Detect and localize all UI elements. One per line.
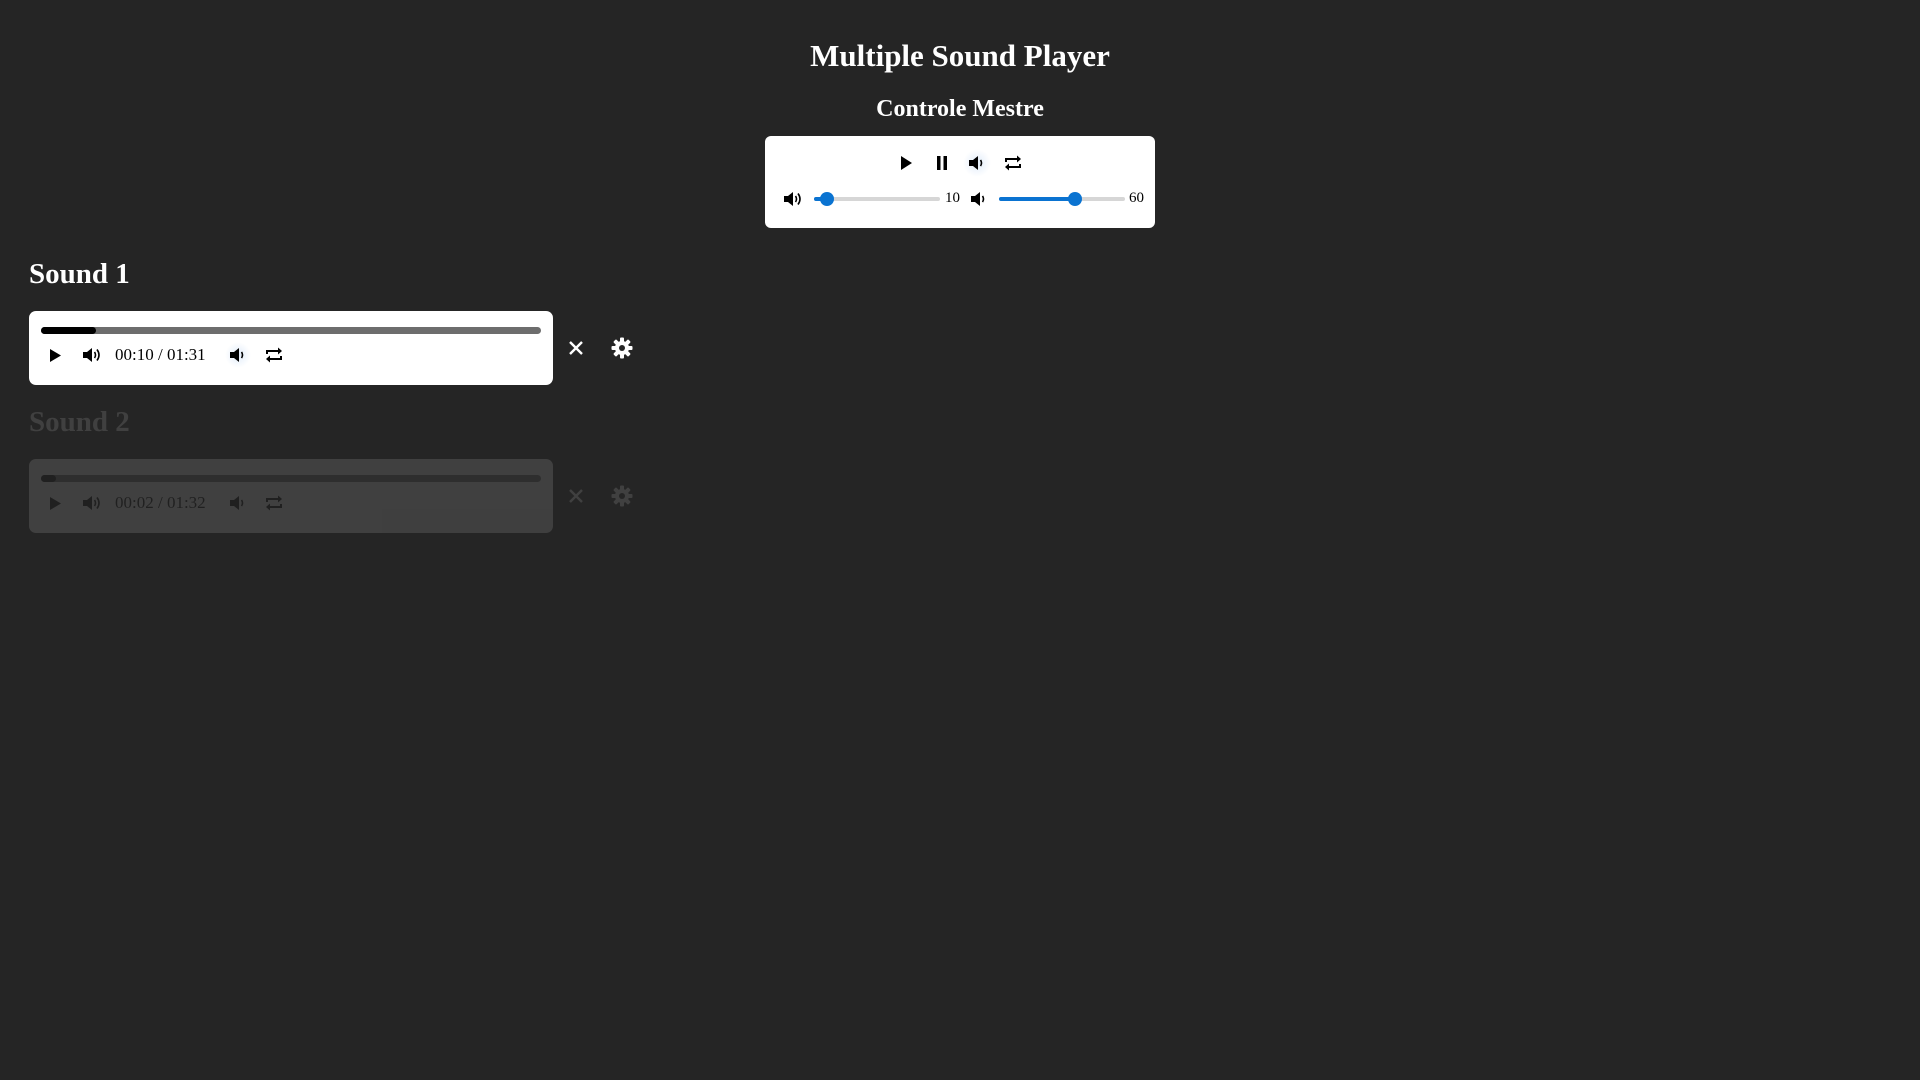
play-icon: [49, 348, 61, 362]
speaker-loud-icon: [784, 192, 801, 206]
time-display: 00:10 / 01:31: [115, 345, 206, 364]
progress-played: [41, 327, 96, 334]
progress-bar[interactable]: [41, 475, 541, 482]
master-mute-button[interactable]: [963, 149, 991, 177]
slider-thumb[interactable]: [819, 192, 834, 206]
master-control-title: Controle Mestre: [876, 96, 1044, 122]
master-volume-right-value: 60: [1129, 190, 1144, 206]
master-volume-right-button[interactable]: [965, 185, 993, 213]
play-button[interactable]: [42, 342, 68, 368]
remove-sound-button[interactable]: [561, 481, 591, 511]
remove-sound-button[interactable]: [561, 333, 591, 363]
speaker-mute-icon: [969, 156, 983, 170]
speaker-loud-icon: [83, 496, 100, 510]
sound-title: Sound 1: [29, 258, 130, 290]
play-icon: [901, 156, 912, 170]
progress-played: [41, 475, 56, 482]
close-icon: [569, 489, 583, 503]
play-button[interactable]: [42, 490, 68, 516]
app-title: Multiple Sound Player: [810, 38, 1110, 73]
speaker-loud-icon: [83, 348, 100, 362]
repeat-icon: [266, 347, 282, 363]
sound-settings-button[interactable]: [607, 481, 637, 511]
speaker-mute-icon: [230, 496, 244, 510]
slider-fill: [999, 197, 1075, 201]
page: Multiple Sound Player Controle Mestre 10: [0, 0, 1920, 1080]
gear-icon: [611, 337, 633, 359]
sound-settings-button[interactable]: [607, 333, 637, 363]
close-icon: [569, 341, 583, 355]
volume-button[interactable]: [79, 342, 105, 368]
master-loop-button[interactable]: [999, 149, 1027, 177]
master-control-panel: 10 60: [765, 136, 1155, 228]
pause-icon: [937, 156, 947, 170]
mute-button[interactable]: [225, 342, 251, 368]
loop-button[interactable]: [261, 490, 287, 516]
repeat-icon: [266, 495, 282, 511]
repeat-icon: [1005, 155, 1021, 171]
master-volume-left-button[interactable]: [779, 185, 807, 213]
progress-bar[interactable]: [41, 327, 541, 334]
master-volume-left-slider[interactable]: [814, 191, 940, 207]
mute-button[interactable]: [225, 490, 251, 516]
master-pause-button[interactable]: [928, 149, 956, 177]
loop-button[interactable]: [261, 342, 287, 368]
master-volume-right-slider[interactable]: [999, 191, 1125, 207]
sound-title: Sound 2: [29, 406, 130, 438]
master-play-button[interactable]: [892, 149, 920, 177]
volume-button[interactable]: [79, 490, 105, 516]
audio-player: 00:10 / 01:31: [29, 311, 553, 385]
play-icon: [49, 496, 61, 510]
slider-thumb[interactable]: [1067, 192, 1082, 206]
audio-player: 00:02 / 01:32: [29, 459, 553, 533]
gear-icon: [611, 485, 633, 507]
time-display: 00:02 / 01:32: [115, 493, 206, 512]
speaker-mute-icon: [230, 348, 244, 362]
speaker-icon: [971, 192, 985, 206]
master-volume-left-value: 10: [945, 190, 960, 206]
